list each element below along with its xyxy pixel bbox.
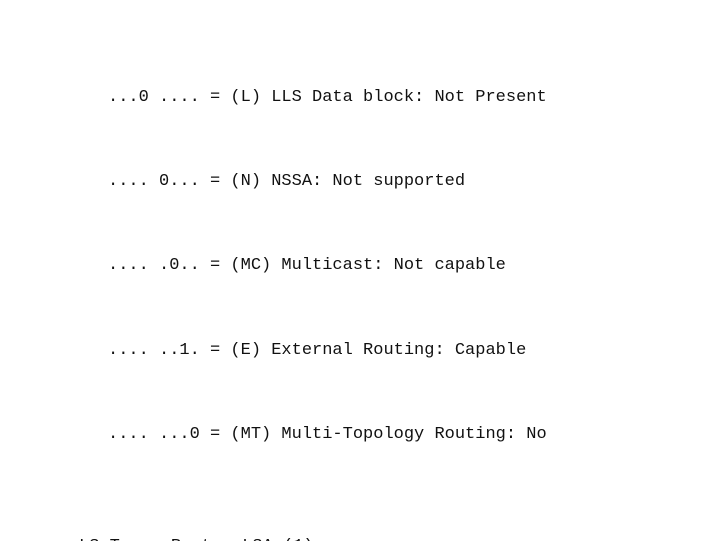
packet-details-tree: ...0 .... = (L) LLS Data block: Not Pres… [0,0,717,541]
field-mt-flag[interactable]: .... ...0 = (MT) Multi-Topology Routing:… [0,421,717,449]
field-mc-flag[interactable]: .... .0.. = (MC) Multicast: Not capable [0,252,717,280]
field-nssa-flag[interactable]: .... 0... = (N) NSSA: Not supported [0,168,717,196]
field-lls-flag[interactable]: ...0 .... = (L) LLS Data block: Not Pres… [0,84,717,112]
field-e-flag[interactable]: .... ..1. = (E) External Routing: Capabl… [0,337,717,365]
field-ls-type[interactable]: LS Type: Router-LSA (1) [0,533,717,541]
